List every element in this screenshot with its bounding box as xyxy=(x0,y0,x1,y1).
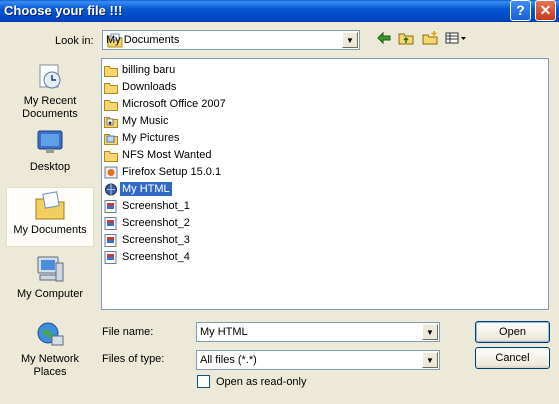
image-file-icon xyxy=(104,250,117,264)
file-name: Firefox Setup 15.0.1 xyxy=(122,166,222,178)
folder-icon xyxy=(104,82,118,94)
file-name: Microsoft Office 2007 xyxy=(122,98,226,110)
new-folder-icon[interactable] xyxy=(420,31,440,49)
chevron-down-icon[interactable]: ▼ xyxy=(342,32,358,48)
my-documents-icon xyxy=(35,191,65,220)
up-folder-icon[interactable] xyxy=(396,31,416,49)
readonly-checkbox[interactable] xyxy=(197,375,210,388)
recent-documents-icon xyxy=(39,64,61,89)
views-menu-icon[interactable] xyxy=(444,31,468,49)
lookin-label: Look in: xyxy=(55,35,94,47)
folder-icon xyxy=(104,99,118,111)
place-recent-documents[interactable]: My Recent Documents xyxy=(6,62,94,121)
filetype-value: All files (*.*) xyxy=(200,354,257,366)
music-folder-icon xyxy=(104,116,118,128)
place-label: My Network Places xyxy=(20,353,80,378)
file-name: billing baru xyxy=(122,64,176,76)
image-file-icon xyxy=(104,216,117,230)
place-network[interactable]: My Network Places xyxy=(6,320,94,379)
list-item[interactable]: My Music xyxy=(104,113,170,129)
help-button[interactable]: ? xyxy=(510,0,531,21)
html-file-icon xyxy=(105,183,117,195)
place-desktop[interactable]: Desktop xyxy=(6,128,94,174)
file-name: Screenshot_2 xyxy=(122,217,190,229)
list-item[interactable]: billing baru xyxy=(104,62,177,78)
file-name: Screenshot_3 xyxy=(122,234,190,246)
list-item[interactable]: Screenshot_3 xyxy=(104,232,192,248)
file-name: Screenshot_1 xyxy=(122,200,190,212)
filename-label: File name: xyxy=(102,326,154,338)
place-label: My Computer xyxy=(16,288,84,300)
readonly-label: Open as read-only xyxy=(216,375,307,388)
open-button[interactable]: Open xyxy=(475,321,550,343)
filetype-select[interactable]: All files (*.*) ▼ xyxy=(196,350,440,370)
back-arrow-icon[interactable] xyxy=(374,31,394,49)
place-my-computer[interactable]: My Computer xyxy=(6,255,94,301)
list-item[interactable]: Screenshot_4 xyxy=(104,249,192,265)
list-item[interactable]: Screenshot_1 xyxy=(104,198,192,214)
folder-icon xyxy=(104,150,118,162)
window-title: Choose your file !!! xyxy=(4,3,123,18)
list-item[interactable]: Screenshot_2 xyxy=(104,215,192,231)
file-name: My HTML xyxy=(120,182,172,196)
file-name: My Pictures xyxy=(122,132,180,144)
image-file-icon xyxy=(104,233,117,247)
list-item[interactable]: Microsoft Office 2007 xyxy=(104,96,228,112)
file-name: NFS Most Wanted xyxy=(122,149,212,161)
network-places-icon xyxy=(37,322,64,346)
file-list[interactable]: billing baru Downloads Microsoft Office … xyxy=(101,58,549,310)
place-label: My Documents xyxy=(13,224,87,236)
readonly-option[interactable]: Open as read-only xyxy=(197,375,307,388)
close-button[interactable]: ✕ xyxy=(535,0,556,21)
filetype-label: Files of type: xyxy=(102,353,165,365)
title-bar: Choose your file !!! ? ✕ xyxy=(0,0,559,22)
cancel-button[interactable]: Cancel xyxy=(475,347,550,369)
place-label: Desktop xyxy=(29,161,71,173)
chevron-down-icon[interactable]: ▼ xyxy=(422,352,438,368)
chevron-down-icon[interactable]: ▼ xyxy=(422,324,438,340)
list-item[interactable]: My HTML xyxy=(104,181,172,197)
close-icon: ✕ xyxy=(539,2,552,18)
desktop-icon xyxy=(37,130,63,153)
list-item[interactable]: NFS Most Wanted xyxy=(104,147,213,163)
folder-icon xyxy=(104,65,118,77)
file-name: Downloads xyxy=(122,81,177,93)
list-item[interactable]: My Pictures xyxy=(104,130,181,146)
filename-value: My HTML xyxy=(200,326,248,338)
list-item[interactable]: Downloads xyxy=(104,79,178,95)
installer-icon xyxy=(104,166,118,178)
pictures-folder-icon xyxy=(104,133,118,145)
filename-input[interactable]: My HTML ▼ xyxy=(196,322,440,342)
lookin-value: My Documents xyxy=(106,34,180,46)
file-name: My Music xyxy=(122,115,169,127)
place-my-documents[interactable]: My Documents xyxy=(6,187,94,247)
lookin-combo[interactable]: My Documents ▼ xyxy=(102,30,360,50)
image-file-icon xyxy=(104,199,117,213)
file-name: Screenshot_4 xyxy=(122,251,190,263)
my-computer-icon xyxy=(37,256,64,282)
place-label: My Recent Documents xyxy=(22,95,78,120)
list-item[interactable]: Firefox Setup 15.0.1 xyxy=(104,164,223,180)
help-icon: ? xyxy=(516,2,525,18)
